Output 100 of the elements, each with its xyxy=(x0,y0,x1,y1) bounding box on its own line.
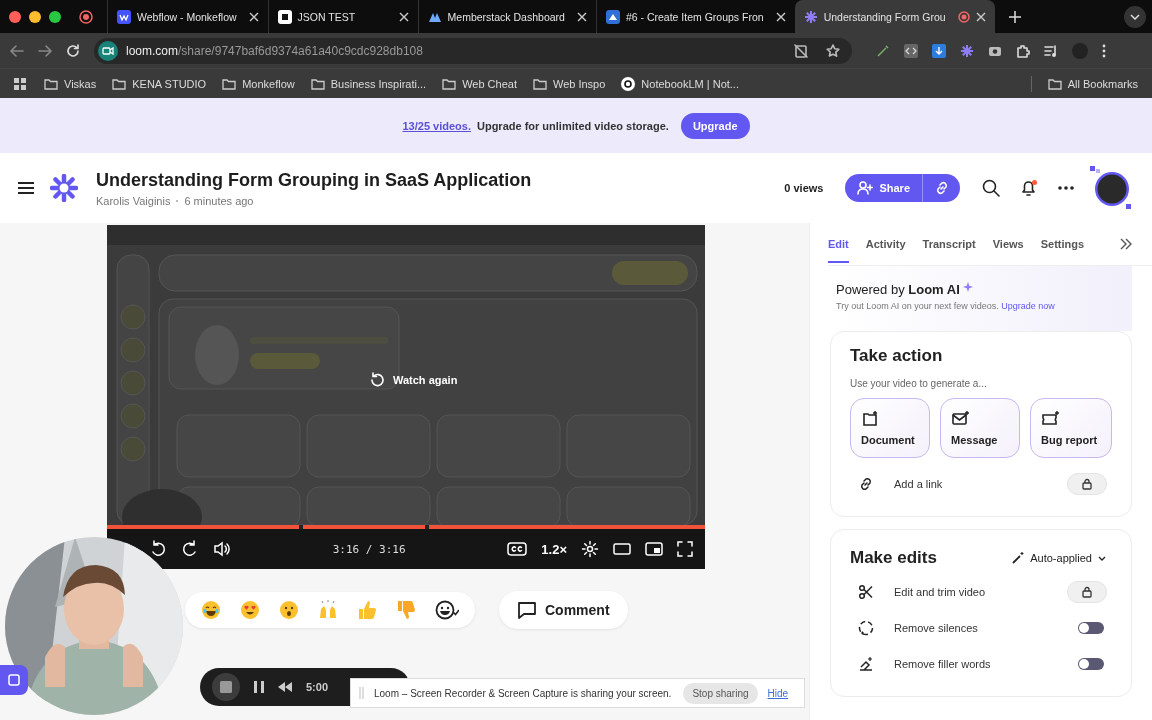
video-player[interactable]: Watch again 3:16 / 3:16 1.2× xyxy=(107,225,705,569)
sparkle-icon xyxy=(962,282,973,292)
captions-icon[interactable] xyxy=(507,541,528,557)
comment-button[interactable]: Comment xyxy=(499,591,628,629)
panel-tab[interactable]: Activity xyxy=(865,225,906,263)
close-icon[interactable] xyxy=(975,11,986,22)
laughing-emoji-icon[interactable] xyxy=(201,600,221,620)
scissors-icon xyxy=(858,584,874,600)
reload-icon[interactable] xyxy=(66,43,80,58)
bookmark-item[interactable]: Viskas xyxy=(44,76,97,91)
folder-icon xyxy=(532,76,547,91)
restart-icon[interactable] xyxy=(278,682,292,692)
bell-icon[interactable] xyxy=(1020,179,1038,197)
surprised-emoji-icon[interactable] xyxy=(279,600,299,620)
more-icon[interactable] xyxy=(1058,186,1074,190)
upgrade-link[interactable]: Upgrade now xyxy=(1001,301,1055,311)
drag-handle-icon[interactable] xyxy=(359,687,364,699)
share-button[interactable]: Share xyxy=(845,174,922,202)
bookmark-item[interactable]: NotebookLM | Not... xyxy=(621,76,739,91)
back-icon[interactable] xyxy=(10,44,24,57)
stop-sharing-button[interactable]: Stop sharing xyxy=(683,682,758,704)
no-tracking-icon[interactable] xyxy=(794,43,808,58)
generate-button[interactable]: Document xyxy=(850,398,930,458)
url-text: loom.com/share/9747baf6d9374a61a40c9cdc928db108 xyxy=(126,43,423,58)
settings-icon[interactable] xyxy=(581,540,599,558)
close-icon[interactable] xyxy=(398,11,409,22)
ticket-icon xyxy=(1041,410,1059,426)
rewind-icon[interactable] xyxy=(149,540,167,558)
dashed-circle-icon xyxy=(858,620,874,636)
avatar-icon[interactable] xyxy=(1088,165,1134,211)
pen-icon[interactable] xyxy=(876,43,890,58)
locked-button[interactable] xyxy=(1067,581,1107,603)
close-icon[interactable] xyxy=(775,11,786,22)
stop-recording-button[interactable] xyxy=(212,673,240,701)
toggle-switch[interactable] xyxy=(1078,622,1104,634)
thumbs-up-emoji-icon[interactable] xyxy=(357,600,377,620)
star-icon[interactable] xyxy=(826,43,840,58)
loom-logo-icon[interactable] xyxy=(50,174,78,202)
fullscreen-icon[interactable] xyxy=(677,541,693,557)
browser-tab[interactable]: Understanding Form Grou xyxy=(794,0,995,33)
bookmark-item[interactable]: KENA STUDIO xyxy=(112,76,207,91)
more-icon[interactable] xyxy=(1102,43,1106,58)
panel-tab[interactable]: Settings xyxy=(1040,225,1085,263)
banner-text: Upgrade for unlimited video storage. xyxy=(476,119,669,132)
generate-button[interactable]: Bug report xyxy=(1030,398,1112,458)
bookmark-item[interactable]: All Bookmarks xyxy=(1047,76,1138,91)
hide-link[interactable]: Hide xyxy=(767,687,789,699)
search-icon[interactable] xyxy=(982,179,1000,197)
toggle-switch[interactable] xyxy=(1078,658,1104,670)
chevron-icon xyxy=(1130,13,1140,20)
theater-icon[interactable] xyxy=(613,542,631,556)
folder-icon xyxy=(44,76,58,91)
heart-eyes-emoji-icon[interactable] xyxy=(240,600,260,620)
record-icon xyxy=(957,10,970,23)
forward-icon[interactable] xyxy=(181,540,199,558)
volume-icon[interactable] xyxy=(213,541,231,557)
add-reaction-icon[interactable] xyxy=(435,600,459,620)
loom-extension-icon[interactable] xyxy=(960,43,974,58)
bookmark-item[interactable]: Monkeflow xyxy=(222,76,295,91)
panel-tab[interactable]: Views xyxy=(992,225,1024,263)
speed-button[interactable]: 1.2× xyxy=(541,541,567,557)
mode-dropdown[interactable]: Auto-applied xyxy=(1012,552,1112,564)
tab-menu-button[interactable] xyxy=(1124,5,1146,28)
close-icon[interactable] xyxy=(576,11,587,22)
extensions-icon[interactable] xyxy=(1016,43,1030,58)
close-icon[interactable] xyxy=(248,11,259,22)
recorder-tab-button[interactable] xyxy=(0,665,28,695)
address-field[interactable]: loom.com/share/9747baf6d9374a61a40c9cdc928db108 xyxy=(94,37,852,64)
window-control-icon[interactable] xyxy=(49,10,61,23)
new-tab-icon[interactable] xyxy=(1008,10,1021,23)
bookmark-item[interactable]: Web Cheat xyxy=(442,76,517,91)
folder-icon xyxy=(310,76,325,91)
media-icon[interactable] xyxy=(1044,43,1058,58)
upload-time: 6 minutes ago xyxy=(184,194,254,207)
download-extension-icon[interactable] xyxy=(932,43,946,58)
bookmark-item[interactable]: Web Inspo xyxy=(532,76,606,91)
bookmark-item[interactable]: Business Inspirati... xyxy=(310,76,427,91)
menu-icon[interactable] xyxy=(18,182,34,194)
code-extension-icon[interactable] xyxy=(904,43,918,58)
lock-icon xyxy=(1082,586,1092,598)
window-control-icon[interactable] xyxy=(29,10,41,23)
tab-title: Understanding Form Grou xyxy=(823,10,946,23)
panel-tab[interactable]: Transcript xyxy=(922,225,976,263)
watch-again-button[interactable]: Watch again xyxy=(369,372,458,388)
apps-icon[interactable] xyxy=(14,77,26,90)
window-control-icon[interactable] xyxy=(9,10,21,23)
record-icon[interactable] xyxy=(79,9,93,24)
upgrade-button[interactable]: Upgrade xyxy=(680,112,750,139)
document-icon xyxy=(861,410,879,426)
thumbs-down-emoji-icon[interactable] xyxy=(396,600,416,620)
locked-button[interactable] xyxy=(1067,473,1107,495)
collapse-icon[interactable] xyxy=(1120,238,1132,250)
people-icon xyxy=(857,181,874,195)
generate-button[interactable]: Message xyxy=(940,398,1020,458)
panel-tab[interactable]: Edit xyxy=(828,225,849,263)
view-count: 0 views xyxy=(784,182,824,194)
pause-icon[interactable] xyxy=(254,681,264,693)
picture-in-picture-icon[interactable] xyxy=(645,542,663,556)
copy-link-button[interactable] xyxy=(922,174,960,202)
video-count-link[interactable]: 13/25 videos. xyxy=(402,119,471,132)
